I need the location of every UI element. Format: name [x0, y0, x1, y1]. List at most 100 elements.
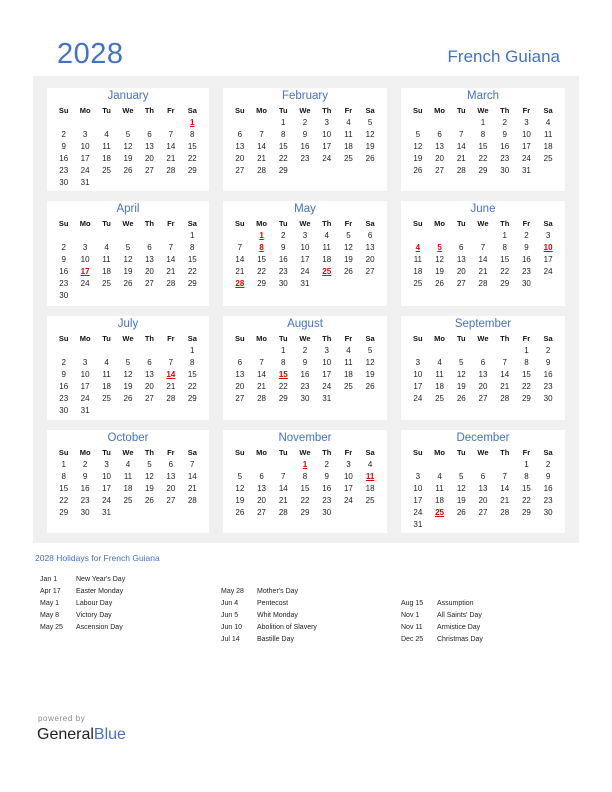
day-cell: 1	[190, 231, 195, 240]
day-cell: 5	[147, 460, 152, 469]
weekday-header: Th	[322, 219, 332, 228]
year-title: 2028	[57, 38, 124, 70]
month-name: June	[470, 203, 496, 215]
holiday-date: Apr 17	[40, 588, 61, 595]
day-cell: 23	[300, 382, 310, 391]
day-cell: 29	[300, 508, 310, 517]
day-cell: 18	[343, 142, 353, 151]
empty-day	[450, 117, 472, 129]
day-cell: 2	[545, 346, 551, 355]
day-cell: 25	[102, 279, 112, 288]
day-cell: 16	[80, 484, 90, 493]
empty-day	[472, 230, 494, 242]
day-cell: 6	[480, 472, 486, 481]
day-cell: 27	[235, 394, 245, 403]
month-grid: January Su Mo Tu We Th Fr Sa 1 2 3 4 5 6 7 8 9 10 11 12 13 14…	[47, 88, 565, 533]
day-cell: 22	[187, 382, 197, 391]
generalblue-logo[interactable]: GeneralBlue	[37, 726, 126, 744]
day-cell: 1	[502, 231, 507, 240]
empty-day	[450, 230, 472, 242]
day-cell: 7	[259, 130, 264, 139]
holiday-day-cell: 25	[435, 508, 445, 517]
day-cell: 29	[521, 394, 531, 403]
empty-day	[272, 459, 294, 471]
empty-day	[450, 459, 472, 471]
day-cell: 23	[543, 382, 553, 391]
day-cell: 22	[187, 267, 197, 276]
day-cell: 26	[456, 508, 466, 517]
holiday-day-cell: 10	[543, 243, 553, 252]
day-cell: 11	[123, 472, 133, 481]
day-cell: 23	[59, 279, 69, 288]
day-cell: 21	[166, 154, 176, 163]
weekday-header: Fr	[344, 448, 353, 457]
weekday-header: Fr	[522, 219, 531, 228]
day-cell: 13	[257, 484, 267, 493]
holiday-day-cell: 4	[415, 243, 421, 252]
day-cell: 12	[343, 243, 353, 252]
day-cell: 21	[456, 154, 466, 163]
day-cell: 21	[278, 496, 288, 505]
empty-day	[251, 345, 273, 357]
empty-day	[251, 459, 273, 471]
day-cell: 23	[322, 496, 332, 505]
empty-day	[117, 230, 138, 242]
weekday-header: We	[122, 219, 134, 228]
day-cell: 2	[302, 118, 308, 127]
day-cell: 25	[343, 382, 353, 391]
day-cell: 1	[61, 460, 66, 469]
day-cell: 25	[343, 154, 353, 163]
weekday-header: Mo	[256, 334, 267, 343]
weekday-header: Fr	[344, 334, 353, 343]
holiday-list-item: Dec 25 Christmas Day	[401, 634, 483, 646]
day-cell: 1	[281, 346, 286, 355]
weekday-header: Th	[144, 334, 154, 343]
day-cell: 8	[480, 130, 486, 139]
day-cell: 7	[259, 358, 264, 367]
holiday-date: Jun 4	[221, 600, 239, 607]
weekday-header: Th	[500, 334, 510, 343]
day-cell: 27	[235, 166, 245, 175]
weekday-header: Mo	[79, 106, 91, 115]
day-cell: 6	[147, 243, 152, 252]
day-cell: 28	[166, 394, 176, 403]
day-cell: 19	[235, 496, 245, 505]
day-cell: 5	[237, 472, 243, 481]
day-cell: 27	[478, 508, 488, 517]
day-cell: 25	[435, 394, 445, 403]
day-cell: 19	[343, 255, 353, 264]
month-card-april: April Su Mo Tu We Th Fr Sa 1 2 3 4 5 6 7 8 9 10 11 12 13 14 15…	[47, 201, 209, 306]
day-cell: 11	[102, 142, 111, 151]
weekday-header: Tu	[456, 219, 466, 228]
day-cell: 23	[80, 496, 90, 505]
empty-day	[160, 117, 181, 129]
day-cell: 9	[61, 142, 66, 151]
day-cell: 25	[123, 496, 133, 505]
day-cell: 21	[166, 267, 176, 276]
day-cell: 27	[478, 394, 488, 403]
day-cell: 11	[344, 130, 353, 139]
empty-day	[494, 345, 516, 357]
day-cell: 7	[190, 460, 195, 469]
day-cell: 28	[166, 166, 176, 175]
day-cell: 5	[125, 130, 131, 139]
day-cell: 31	[322, 394, 332, 403]
day-cell: 28	[257, 394, 267, 403]
holiday-list-item: May 28 Mother's Day	[221, 586, 317, 598]
brand-general: General	[37, 726, 94, 743]
holiday-date: Dec 25	[401, 636, 424, 643]
holiday-name: Christmas Day	[437, 636, 483, 643]
weekday-header: Mo	[79, 334, 91, 343]
day-cell: 11	[413, 255, 422, 264]
day-cell: 23	[59, 394, 69, 403]
weekday-header: Mo	[434, 106, 445, 115]
day-cell: 23	[278, 267, 288, 276]
day-cell: 6	[237, 358, 243, 367]
empty-day	[96, 345, 117, 357]
weekday-header: Tu	[456, 448, 466, 457]
day-cell: 5	[125, 358, 131, 367]
day-cell: 12	[123, 142, 133, 151]
day-cell: 27	[257, 508, 267, 517]
weekday-header: Su	[413, 219, 423, 228]
weekday-header: We	[477, 334, 489, 343]
